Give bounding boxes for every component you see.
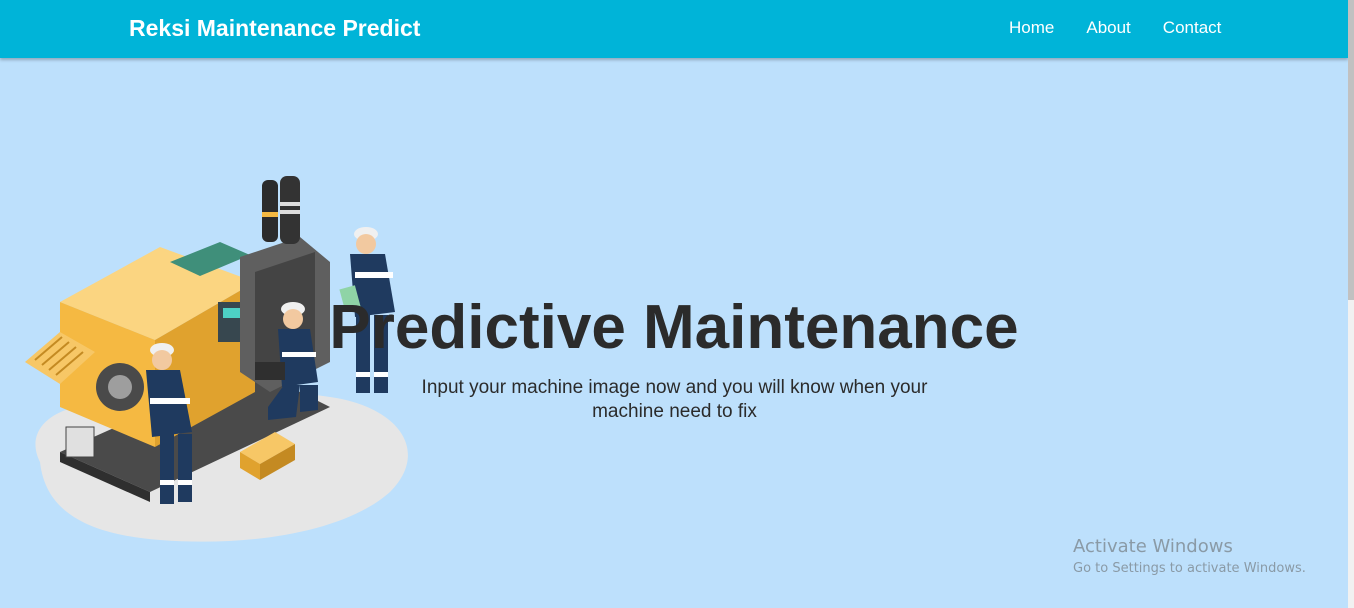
hero-subtitle: Input your machine image now and you wil… [421,377,928,422]
cylinder-left [262,180,278,242]
top-navbar: Reksi Maintenance Predict Home About Con… [0,0,1348,58]
watermark-title: Activate Windows [1073,536,1233,557]
nav-links: Home About Contact [1009,18,1221,38]
nav-link-about[interactable]: About [1086,18,1130,38]
windows-activation-watermark: Activate Windows Go to Settings to activ… [1073,536,1306,576]
hero-title: Predictive Maintenance [329,293,1019,362]
page: Reksi Maintenance Predict Home About Con… [0,0,1354,608]
radiator [65,426,95,458]
page-scrollbar[interactable] [1348,0,1354,608]
scrollbar-thumb[interactable] [1348,0,1354,300]
nav-link-home[interactable]: Home [1009,18,1054,38]
watermark-subtitle: Go to Settings to activate Windows. [1073,561,1306,576]
nav-link-contact[interactable]: Contact [1163,18,1222,38]
brand-logo-text[interactable]: Reksi Maintenance Predict [129,15,420,42]
